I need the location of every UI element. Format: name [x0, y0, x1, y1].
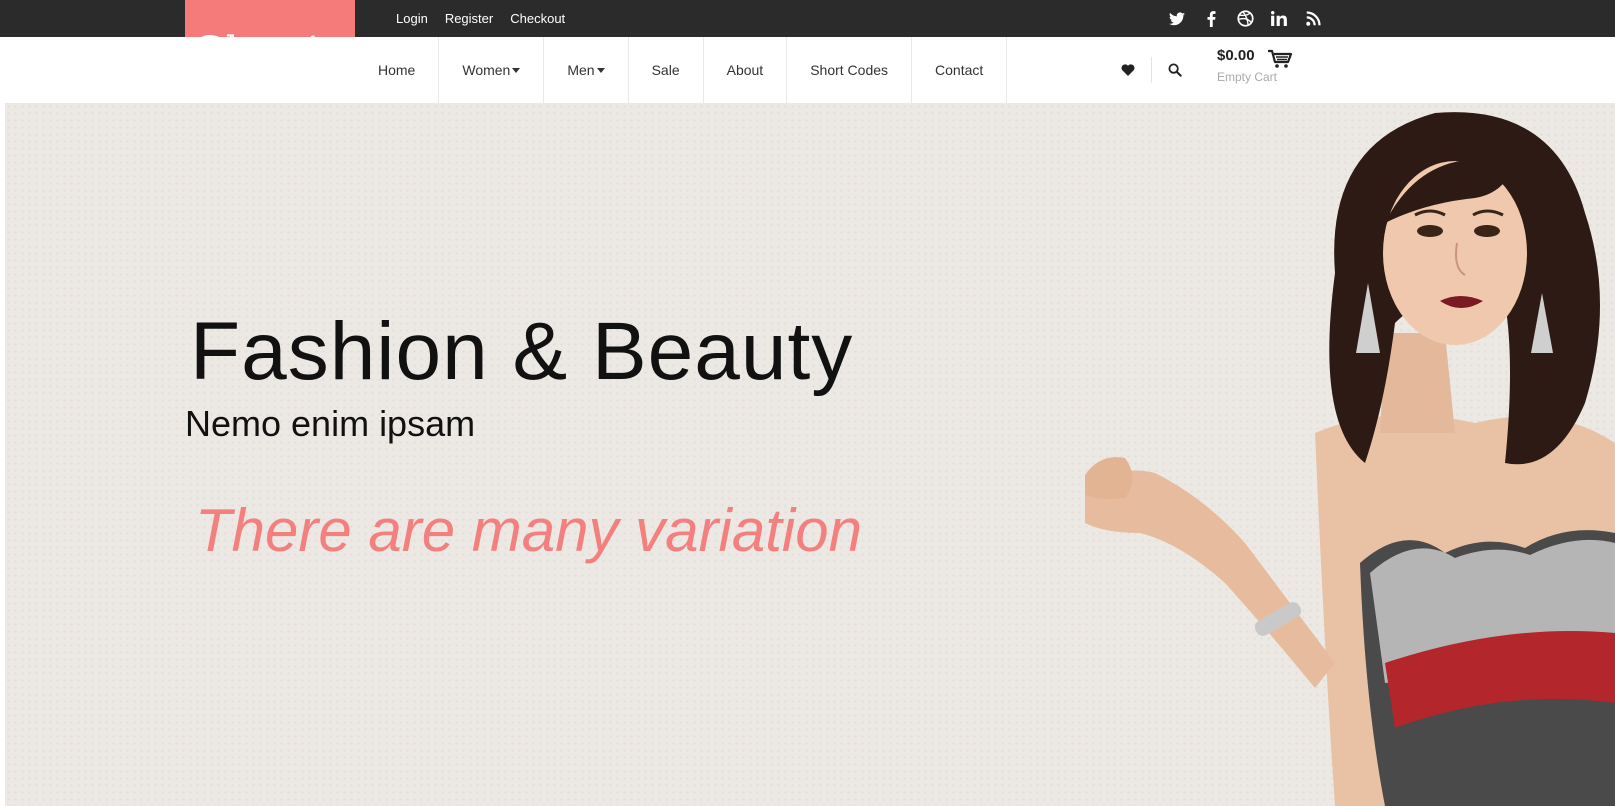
nav-item-label: Home	[378, 62, 416, 78]
nav-item-contact[interactable]: Contact	[912, 37, 1008, 103]
header-tools	[1105, 37, 1198, 103]
cart-status: Empty Cart	[1217, 70, 1278, 84]
facebook-icon[interactable]	[1194, 0, 1228, 37]
login-link[interactable]: Login	[396, 11, 428, 26]
hero-title: Fashion & Beauty	[190, 306, 854, 397]
cart-icon[interactable]	[1267, 49, 1293, 74]
model-photo	[1085, 112, 1615, 806]
nav-item-label: Men	[567, 62, 595, 78]
nav-item-label: Women	[462, 62, 511, 78]
nav-item-about[interactable]: About	[704, 37, 788, 103]
dribbble-icon[interactable]	[1228, 0, 1262, 37]
hero-banner: Fashion & Beauty Nemo enim ipsam There a…	[5, 103, 1615, 806]
hero-subtitle: Nemo enim ipsam	[185, 403, 476, 444]
caret-down-icon	[596, 67, 605, 73]
rss-icon[interactable]	[1296, 0, 1330, 37]
register-link[interactable]: Register	[445, 11, 493, 26]
checkout-link[interactable]: Checkout	[510, 11, 565, 26]
nav-item-label: Contact	[935, 62, 984, 78]
hero-tagline: There are many variation	[195, 497, 862, 564]
twitter-icon[interactable]	[1160, 0, 1194, 37]
account-links: Login Register Checkout	[396, 0, 582, 37]
caret-down-icon	[512, 67, 521, 73]
heart-icon[interactable]	[1105, 56, 1151, 84]
main-nav: Home Women Men Sale About Short Codes Co…	[355, 37, 1008, 103]
nav-item-men[interactable]: Men	[544, 37, 629, 103]
nav-item-women[interactable]: Women	[439, 37, 545, 103]
cart-widget[interactable]: $0.00 Empty Cart	[1217, 47, 1307, 84]
linkedin-icon[interactable]	[1262, 0, 1296, 37]
nav-item-sale[interactable]: Sale	[629, 37, 704, 103]
nav-item-label: Sale	[651, 62, 680, 78]
nav-item-label: Short Codes	[810, 62, 889, 78]
nav-item-short-codes[interactable]: Short Codes	[787, 37, 913, 103]
nav-item-label: About	[726, 62, 764, 78]
social-links	[1160, 0, 1330, 37]
main-header: Home Women Men Sale About Short Codes Co…	[0, 37, 1615, 103]
nav-item-home[interactable]: Home	[355, 37, 440, 103]
search-icon[interactable]	[1152, 56, 1198, 84]
cart-total: $0.00	[1217, 47, 1255, 64]
